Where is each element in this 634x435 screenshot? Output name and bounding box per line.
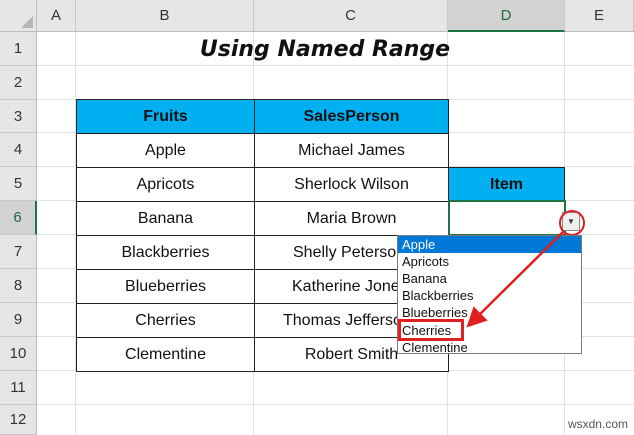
watermark: wsxdn.com — [567, 417, 628, 431]
annotation-arrow — [466, 231, 564, 328]
arrow-line — [466, 231, 564, 328]
